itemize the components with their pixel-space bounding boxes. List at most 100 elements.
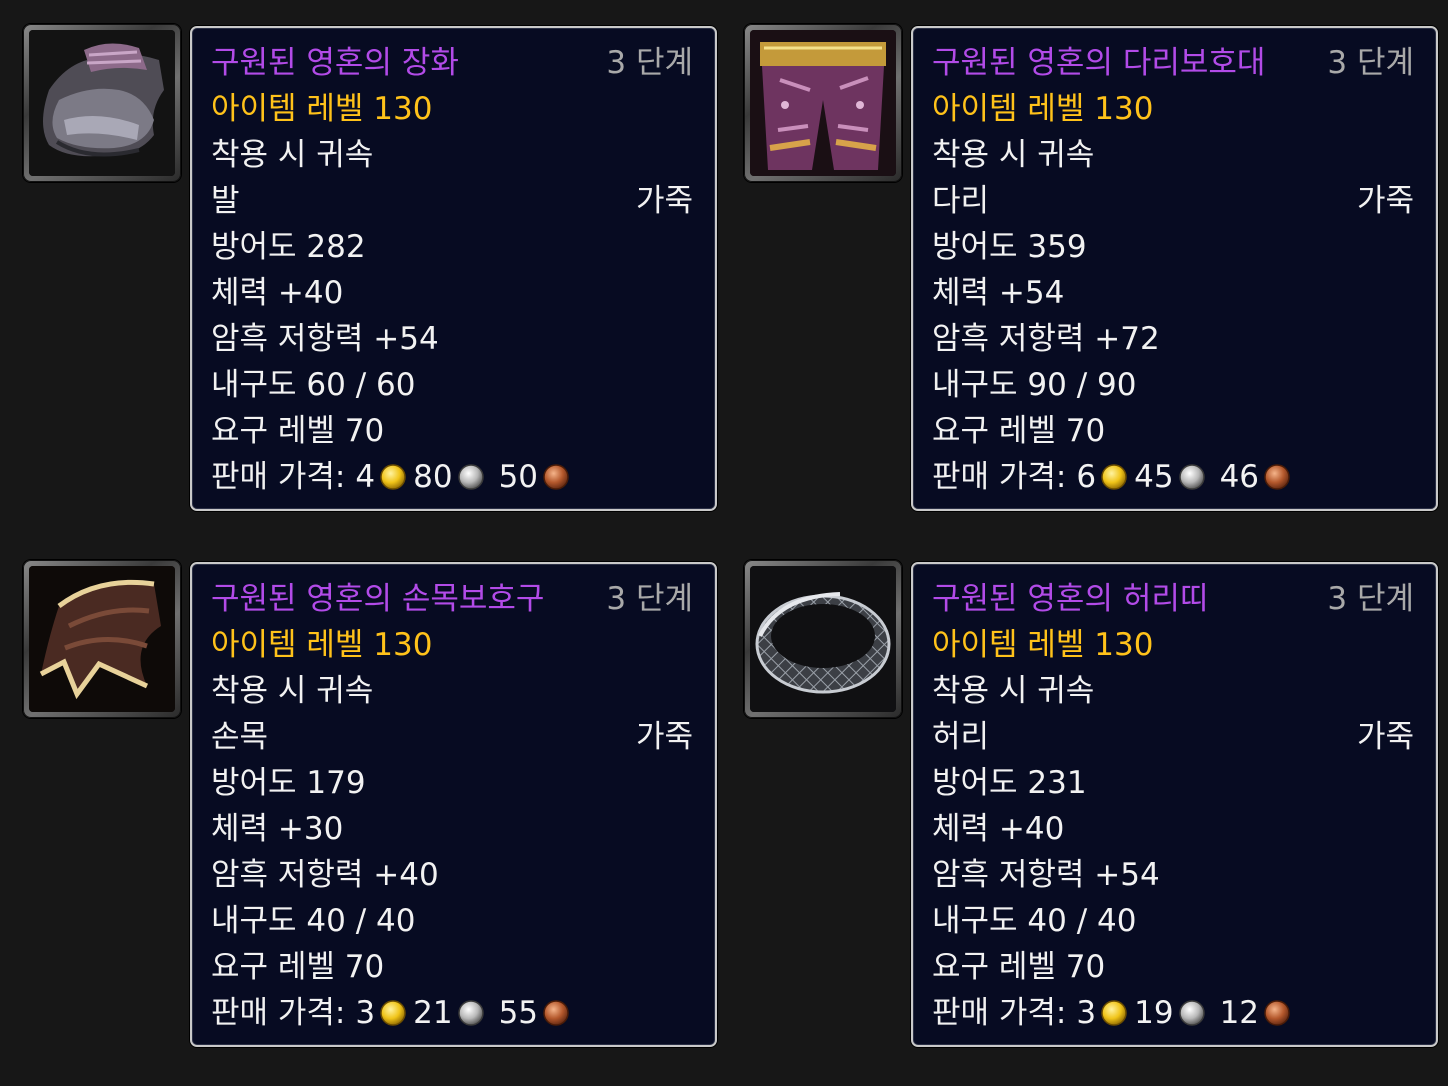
armor-row: 방어도 231 — [932, 760, 1414, 806]
item-card-belt: 구원된 영혼의 허리띠 3 단계 아이템 레벨 130 착용 시 귀속 허리 가… — [744, 560, 1448, 1050]
item-tier: 3 단계 — [1327, 45, 1414, 81]
item-binding: 착용 시 귀속 — [932, 137, 1095, 173]
copper-amount: 46 — [1219, 459, 1260, 495]
durability-row: 내구도 40 / 40 — [211, 898, 693, 944]
copper-coin-icon — [1263, 463, 1291, 491]
silver-amount: 80 — [413, 459, 453, 495]
durability-row: 내구도 60 / 60 — [211, 362, 693, 408]
title-row: 구원된 영혼의 손목보호구 3 단계 — [211, 576, 693, 622]
item-material: 가죽 — [1356, 183, 1414, 219]
sell-price-row: 판매 가격: 4 80 50 — [211, 454, 693, 500]
gold-amount: 3 — [355, 995, 376, 1031]
binding-row: 착용 시 귀속 — [211, 132, 693, 178]
binding-row: 착용 시 귀속 — [932, 132, 1414, 178]
sell-price-row: 판매 가격: 6 45 46 — [932, 454, 1414, 500]
copper-amount: 50 — [498, 459, 539, 495]
item-required-level: 요구 레벨 70 — [211, 413, 385, 449]
required-level-row: 요구 레벨 70 — [932, 944, 1414, 990]
sell-price-row: 판매 가격: 3 21 55 — [211, 990, 693, 1036]
sell-price: 판매 가격: 4 80 50 — [211, 454, 576, 500]
copper-coin-icon — [1263, 999, 1291, 1027]
item-armor: 방어도 282 — [211, 229, 366, 265]
shadow-resist-row: 암흑 저항력 +54 — [211, 316, 693, 362]
item-material: 가죽 — [1356, 719, 1414, 755]
item-level: 아이템 레벨 130 — [932, 627, 1154, 663]
item-tier: 3 단계 — [606, 45, 693, 81]
item-slot: 손목 — [211, 719, 269, 755]
item-level: 아이템 레벨 130 — [932, 91, 1154, 127]
slot-row: 허리 가죽 — [932, 714, 1414, 760]
copper-coin-icon — [542, 463, 570, 491]
item-card-boots: 구원된 영혼의 장화 3 단계 아이템 레벨 130 착용 시 귀속 발 가죽 … — [23, 24, 731, 514]
sell-price-label: 판매 가격: — [211, 995, 346, 1031]
copper-coin-icon — [542, 999, 570, 1027]
item-required-level: 요구 레벨 70 — [211, 949, 385, 985]
item-shadow-resist: 암흑 저항력 +40 — [211, 857, 439, 893]
silver-coin-icon — [457, 463, 485, 491]
item-durability: 내구도 90 / 90 — [932, 367, 1137, 403]
item-icon-slot[interactable] — [744, 560, 902, 718]
item-level-row: 아이템 레벨 130 — [211, 86, 693, 132]
item-slot: 허리 — [932, 719, 990, 755]
title-row: 구원된 영혼의 허리띠 3 단계 — [932, 576, 1414, 622]
item-level-row: 아이템 레벨 130 — [211, 622, 693, 668]
item-icon-slot[interactable] — [744, 24, 902, 182]
armor-row: 방어도 282 — [211, 224, 693, 270]
item-material: 가죽 — [635, 183, 693, 219]
item-tier: 3 단계 — [1327, 581, 1414, 617]
silver-coin-icon — [1178, 463, 1206, 491]
required-level-row: 요구 레벨 70 — [932, 408, 1414, 454]
item-stamina: 체력 +40 — [932, 811, 1065, 847]
item-shadow-resist: 암흑 저항력 +54 — [211, 321, 439, 357]
item-shadow-resist: 암흑 저항력 +54 — [932, 857, 1160, 893]
sell-price: 판매 가격: 6 45 46 — [932, 454, 1297, 500]
item-durability: 내구도 40 / 40 — [211, 903, 416, 939]
item-armor: 방어도 231 — [932, 765, 1087, 801]
gold-amount: 6 — [1076, 459, 1097, 495]
item-icon-slot[interactable] — [23, 24, 181, 182]
binding-row: 착용 시 귀속 — [932, 668, 1414, 714]
item-tooltip-sheet: 구원된 영혼의 장화 3 단계 아이템 레벨 130 착용 시 귀속 발 가죽 … — [0, 0, 1448, 1086]
sell-price: 판매 가격: 3 19 12 — [932, 990, 1297, 1036]
item-tier: 3 단계 — [606, 581, 693, 617]
item-required-level: 요구 레벨 70 — [932, 413, 1106, 449]
sell-price-label: 판매 가격: — [932, 995, 1067, 1031]
item-binding: 착용 시 귀속 — [932, 673, 1095, 709]
gold-amount: 4 — [355, 459, 376, 495]
item-slot: 다리 — [932, 183, 990, 219]
item-durability: 내구도 40 / 40 — [932, 903, 1137, 939]
gold-amount: 3 — [1076, 995, 1097, 1031]
item-binding: 착용 시 귀속 — [211, 137, 374, 173]
item-name: 구원된 영혼의 손목보호구 — [211, 581, 545, 617]
item-level-row: 아이템 레벨 130 — [932, 622, 1414, 668]
item-level: 아이템 레벨 130 — [211, 627, 433, 663]
silver-coin-icon — [457, 999, 485, 1027]
slot-row: 손목 가죽 — [211, 714, 693, 760]
binding-row: 착용 시 귀속 — [211, 668, 693, 714]
item-material: 가죽 — [635, 719, 693, 755]
gold-coin-icon — [379, 999, 407, 1027]
slot-row: 다리 가죽 — [932, 178, 1414, 224]
item-card-leggings: 구원된 영혼의 다리보호대 3 단계 아이템 레벨 130 착용 시 귀속 다리… — [744, 24, 1448, 514]
leggings-icon — [750, 30, 896, 176]
stamina-row: 체력 +30 — [211, 806, 693, 852]
item-binding: 착용 시 귀속 — [211, 673, 374, 709]
item-armor: 방어도 179 — [211, 765, 366, 801]
title-row: 구원된 영혼의 다리보호대 3 단계 — [932, 40, 1414, 86]
boots-icon — [29, 30, 175, 176]
silver-amount: 45 — [1134, 459, 1174, 495]
item-level-row: 아이템 레벨 130 — [932, 86, 1414, 132]
copper-amount: 55 — [498, 995, 539, 1031]
item-level: 아이템 레벨 130 — [211, 91, 433, 127]
item-tooltip: 구원된 영혼의 허리띠 3 단계 아이템 레벨 130 착용 시 귀속 허리 가… — [911, 562, 1438, 1047]
sell-price: 판매 가격: 3 21 55 — [211, 990, 576, 1036]
durability-row: 내구도 40 / 40 — [932, 898, 1414, 944]
required-level-row: 요구 레벨 70 — [211, 408, 693, 454]
item-card-bracers: 구원된 영혼의 손목보호구 3 단계 아이템 레벨 130 착용 시 귀속 손목… — [23, 560, 731, 1050]
item-tooltip: 구원된 영혼의 다리보호대 3 단계 아이템 레벨 130 착용 시 귀속 다리… — [911, 26, 1438, 511]
item-icon-slot[interactable] — [23, 560, 181, 718]
bracers-icon — [29, 566, 175, 712]
title-row: 구원된 영혼의 장화 3 단계 — [211, 40, 693, 86]
armor-row: 방어도 359 — [932, 224, 1414, 270]
stamina-row: 체력 +54 — [932, 270, 1414, 316]
